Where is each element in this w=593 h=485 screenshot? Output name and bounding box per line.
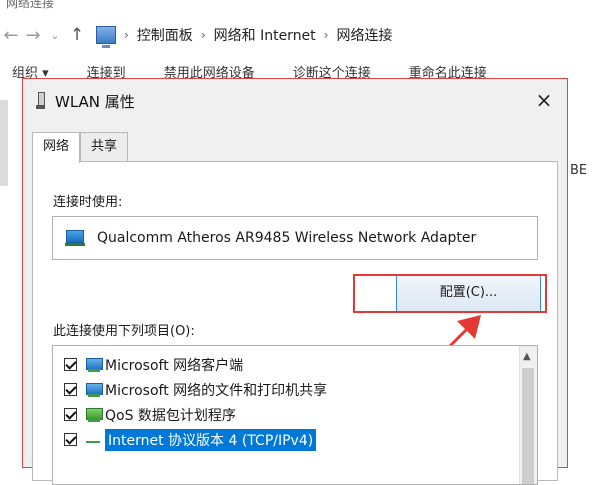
explorer-title-text: 网络连接 [6,0,55,10]
protocol-icon [86,433,102,447]
scroll-up-icon[interactable]: ▲ [523,351,531,362]
explorer-side-text: BE [570,163,588,178]
list-item[interactable]: QoS 数据包计划程序 [53,402,513,427]
configure-button[interactable]: 配置(C)... [396,274,541,312]
explorer-window-title: 网络连接 [6,0,54,11]
list-item[interactable]: Internet 协议版本 4 (TCP/IPv4) [53,427,513,452]
components-list[interactable]: Microsoft 网络客户端 Microsoft 网络的文件和打印机共享 Qo… [52,345,538,485]
qos-icon [86,407,103,422]
breadcrumb-separator-icon[interactable]: › [201,28,206,42]
list-item[interactable]: Microsoft 网络客户端 [53,352,513,377]
list-item[interactable]: Microsoft 网络的文件和打印机共享 [53,377,513,402]
wlan-properties-dialog: WLAN 属性 × 网络 共享 连接时使用: Qualcomm Atheros … [22,78,568,485]
network-adapter-card-icon [65,230,85,246]
breadcrumb-control-panel[interactable]: 控制面板 [137,25,193,45]
tab-network[interactable]: 网络 [32,132,81,163]
back-arrow-icon[interactable]: ← [0,25,22,46]
adapter-name: Qualcomm Atheros AR9485 Wireless Network… [97,230,477,246]
breadcrumb-network-connections[interactable]: 网络连接 [336,25,392,45]
history-chevron-icon[interactable]: ⌄ [44,29,66,42]
connect-using-label: 连接时使用: [53,195,123,210]
checkbox[interactable] [64,408,77,421]
tab-sharing[interactable]: 共享 [80,132,129,161]
network-adapter-icon [36,92,45,110]
network-client-icon [86,357,103,372]
breadcrumb-network-internet[interactable]: 网络和 Internet [214,25,316,45]
scroll-thumb[interactable] [522,368,534,484]
list-scrollbar[interactable]: ▲ [519,346,537,484]
network-tab-panel: 连接时使用: Qualcomm Atheros AR9485 Wireless … [32,161,558,485]
close-icon[interactable]: × [533,90,555,112]
dialog-title-bar[interactable]: WLAN 属性 × [23,79,567,123]
checkbox[interactable] [64,383,77,396]
adapter-field: Qualcomm Atheros AR9485 Wireless Network… [52,216,538,260]
checkbox[interactable] [64,433,77,446]
list-item-label: Microsoft 网络的文件和打印机共享 [105,382,328,399]
breadcrumb: › 控制面板 › 网络和 Internet › 网络连接 [96,25,392,48]
list-item-label: Microsoft 网络客户端 [105,357,244,374]
list-item-label: Internet 协议版本 4 (TCP/IPv4) [105,428,317,451]
checkbox[interactable] [64,358,77,371]
dialog-title: WLAN 属性 [55,92,135,111]
up-arrow-icon[interactable]: ↑ [66,25,88,45]
items-list-label: 此连接使用下列项目(O): [53,324,195,339]
dialog-tabs: 网络 共享 [32,132,129,163]
breadcrumb-separator-icon[interactable]: › [124,28,129,42]
file-share-icon [86,382,103,397]
breadcrumb-separator-icon[interactable]: › [324,28,329,42]
forward-arrow-icon[interactable]: → [22,25,44,46]
list-item-label: QoS 数据包计划程序 [105,407,236,424]
address-bar-row: ← → ⌄ ↑ › 控制面板 › 网络和 Internet › 网络连接 [0,18,593,52]
explorer-left-pane [0,100,8,186]
control-panel-icon [96,26,116,48]
